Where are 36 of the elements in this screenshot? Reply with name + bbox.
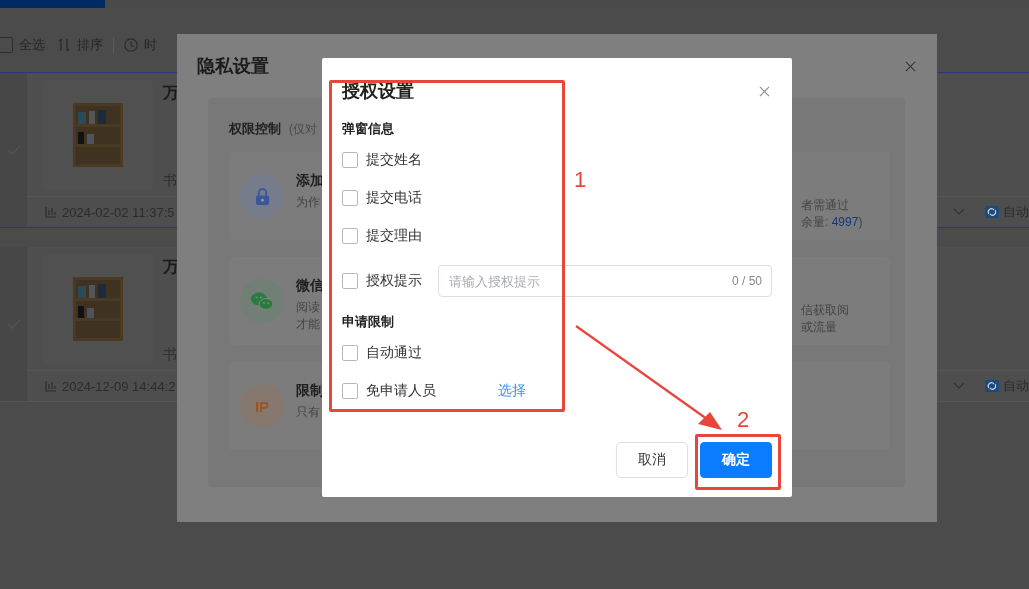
select-link[interactable]: 选择 <box>498 382 526 400</box>
checkbox-label[interactable]: 提交姓名 <box>366 151 438 169</box>
refresh-icon <box>985 206 999 218</box>
checkbox[interactable] <box>342 383 358 399</box>
dialog-title: 隐私设置 <box>197 55 269 78</box>
chevron-down-icon[interactable] <box>953 382 965 390</box>
select-all-checkbox[interactable] <box>0 37 13 53</box>
close-icon[interactable] <box>905 60 916 72</box>
step-number: 2 <box>737 408 750 432</box>
checkbox[interactable] <box>342 152 358 168</box>
step-number: 1 <box>574 168 587 192</box>
checkbox[interactable] <box>342 190 358 206</box>
clock-icon[interactable] <box>124 38 138 52</box>
character-counter: 0 / 50 <box>731 274 762 288</box>
chart-icon <box>45 380 57 392</box>
section-title: 申请限制 <box>342 314 395 330</box>
section-title: 弹窗信息 <box>342 121 395 137</box>
checkbox[interactable] <box>342 345 358 361</box>
chevron-down-icon[interactable] <box>953 208 965 216</box>
checkbox[interactable] <box>342 228 358 244</box>
checkbox[interactable] <box>342 273 358 289</box>
checkbox-label[interactable]: 免申请人员 <box>366 382 438 400</box>
checkbox-label[interactable]: 自动通过 <box>366 344 438 362</box>
close-icon[interactable] <box>759 85 770 97</box>
sort-icon[interactable] <box>57 38 71 52</box>
confirm-button[interactable]: 确定 <box>700 442 772 478</box>
ip-icon: IP <box>254 397 270 415</box>
section-title: 权限控制 <box>229 120 281 138</box>
cancel-button[interactable]: 取消 <box>616 442 688 478</box>
checkbox-label[interactable]: 提交电话 <box>366 189 438 207</box>
checkbox-label[interactable]: 授权提示 <box>366 272 438 290</box>
lock-icon <box>254 187 270 205</box>
refresh-icon <box>985 380 999 392</box>
chart-icon <box>45 206 57 218</box>
chat-bubbles-icon <box>251 292 273 310</box>
checkbox-label[interactable]: 提交理由 <box>366 227 438 245</box>
